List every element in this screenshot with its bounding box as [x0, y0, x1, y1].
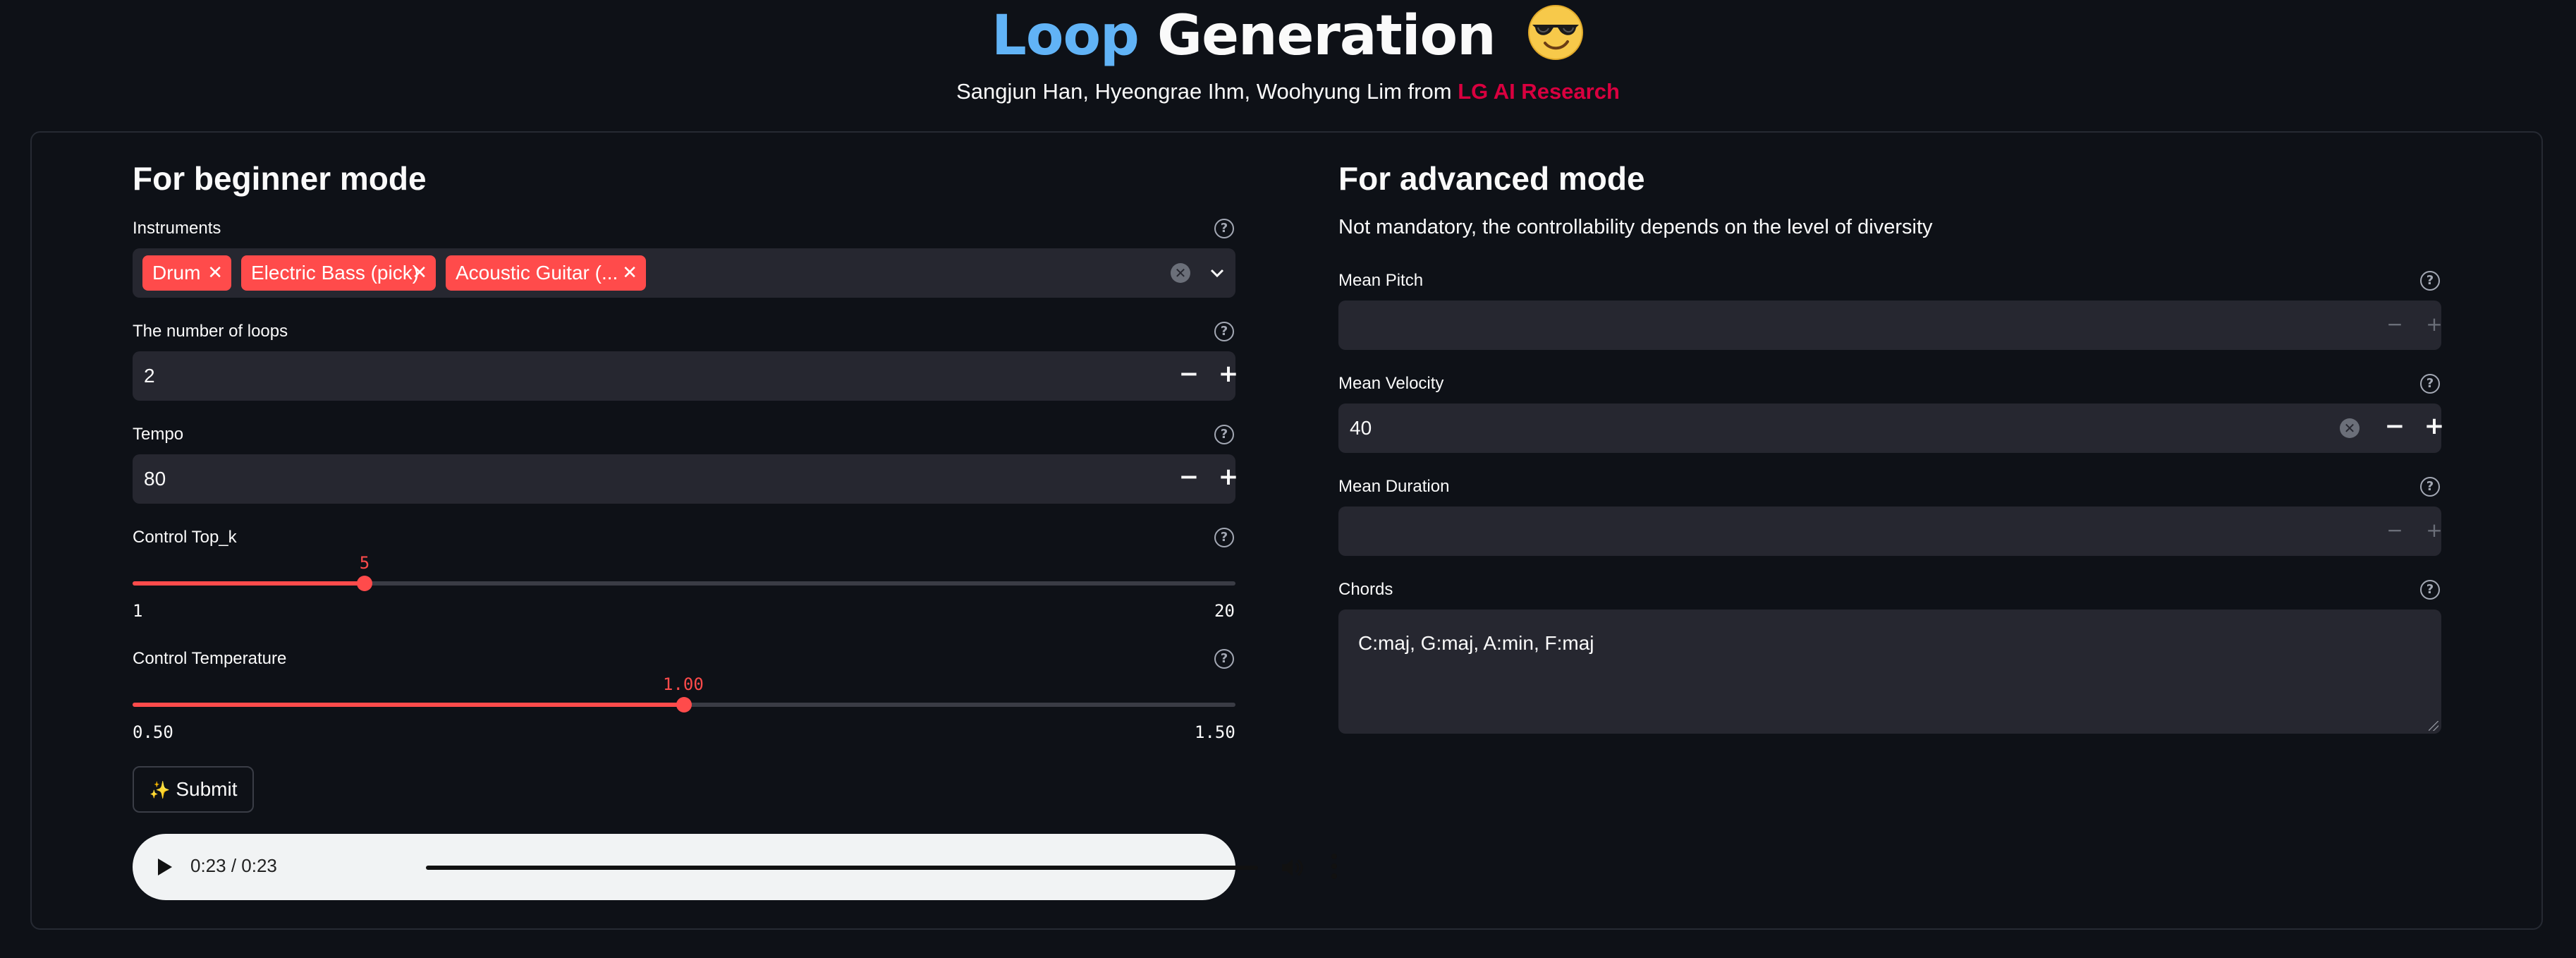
mean-pitch-label: Mean Pitch — [1338, 271, 1424, 290]
mean-pitch-input[interactable]: − + — [1338, 301, 2443, 350]
beginner-heading: For beginner mode — [133, 160, 427, 197]
instruments-multiselect[interactable]: Drum ✕ Electric Bass (pick) ✕ Acoustic G… — [133, 248, 1235, 298]
sparkles-icon: ✨ — [149, 781, 171, 800]
help-icon[interactable]: ? — [1214, 528, 1234, 547]
submit-button[interactable]: ✨ Submit — [133, 766, 254, 813]
topk-label: Control Top_k — [133, 528, 237, 547]
chords-value[interactable]: C:maj, G:maj, A:min, F:maj — [1358, 632, 1594, 655]
tag-electric-bass: Electric Bass (pick) ✕ — [241, 255, 436, 291]
decrement-button[interactable]: − — [2381, 313, 2409, 336]
audio-player[interactable]: 0:23 / 0:23 — [133, 834, 1337, 900]
slider-thumb[interactable] — [676, 697, 692, 713]
mean-velocity-label: Mean Velocity — [1338, 374, 1444, 393]
mean-duration-input[interactable]: − + — [1338, 507, 2443, 556]
decrement-button[interactable]: − — [1175, 360, 1203, 388]
page-title: Loop Generation — [0, 4, 2576, 68]
mean-velocity-input[interactable]: 40 ✕ − + — [1338, 404, 2444, 453]
slider-min: 1 — [133, 601, 143, 621]
temperature-label: Control Temperature — [133, 649, 287, 668]
help-icon[interactable]: ? — [1214, 425, 1234, 444]
submit-label: Submit — [176, 778, 238, 800]
slider-value: 5 — [359, 553, 370, 573]
decrement-button[interactable]: − — [2381, 519, 2409, 542]
loops-label: The number of loops — [133, 322, 288, 341]
slider-fill — [133, 581, 365, 586]
loops-value[interactable]: 2 — [144, 351, 155, 401]
help-icon[interactable]: ? — [1214, 219, 1234, 238]
audio-time: 0:23 / 0:23 — [190, 855, 277, 876]
audio-progress-bar[interactable] — [426, 866, 1258, 870]
clear-icon[interactable]: ✕ — [2340, 418, 2360, 438]
tag-label: Acoustic Guitar (... — [456, 262, 618, 284]
tempo-value[interactable]: 80 — [144, 454, 166, 504]
increment-button[interactable]: + — [2420, 519, 2448, 542]
decrement-button[interactable]: − — [1175, 463, 1203, 491]
more-options-icon[interactable] — [1331, 854, 1337, 882]
sunglasses-emoji-icon — [1527, 4, 1583, 60]
volume-icon[interactable] — [1279, 855, 1305, 880]
mean-duration-label: Mean Duration — [1338, 477, 1450, 496]
slider-fill — [133, 703, 684, 707]
tempo-number-input[interactable]: 80 − + — [133, 454, 1238, 504]
clear-all-icon[interactable]: ✕ — [1171, 263, 1190, 283]
decrement-button[interactable]: − — [2381, 412, 2409, 440]
slider-max: 20 — [1214, 601, 1235, 621]
slider-max: 1.50 — [1195, 722, 1235, 742]
title-rest: Generation — [1157, 4, 1496, 68]
chords-textarea[interactable]: C:maj, G:maj, A:min, F:maj — [1338, 610, 2441, 734]
help-icon[interactable]: ? — [1214, 322, 1234, 341]
increment-button[interactable]: + — [2420, 313, 2448, 336]
org-name: LG AI Research — [1458, 79, 1620, 104]
mean-velocity-value[interactable]: 40 — [1350, 404, 1372, 453]
title-accent: Loop — [991, 4, 1140, 68]
advanced-description: Not mandatory, the controllability depen… — [1338, 216, 1933, 238]
advanced-heading: For advanced mode — [1338, 160, 1645, 197]
chevron-down-icon[interactable] — [1209, 265, 1226, 281]
loops-number-input[interactable]: 2 − + — [133, 351, 1238, 401]
tag-label: Drum — [152, 262, 201, 284]
authors-line: Sangjun Han, Hyeongrae Ihm, Woohyung Lim… — [0, 79, 2576, 104]
slider-value: 1.00 — [663, 674, 704, 694]
help-icon[interactable]: ? — [2420, 580, 2440, 600]
remove-tag-icon[interactable]: ✕ — [207, 255, 223, 291]
tag-drum: Drum ✕ — [142, 255, 231, 291]
increment-button[interactable]: + — [1214, 360, 1243, 388]
play-icon[interactable] — [158, 859, 172, 875]
increment-button[interactable]: + — [1214, 463, 1243, 491]
remove-tag-icon[interactable]: ✕ — [622, 255, 637, 291]
remove-tag-icon[interactable]: ✕ — [412, 255, 427, 291]
authors: Sangjun Han, Hyeongrae Ihm, Woohyung Lim… — [956, 79, 1452, 104]
tempo-label: Tempo — [133, 425, 184, 444]
tag-acoustic-guitar: Acoustic Guitar (... ✕ — [446, 255, 646, 291]
increment-button[interactable]: + — [2420, 412, 2448, 440]
help-icon[interactable]: ? — [1214, 649, 1234, 669]
resize-handle[interactable] — [2429, 721, 2438, 731]
instruments-label: Instruments — [133, 219, 221, 238]
help-icon[interactable]: ? — [2420, 374, 2440, 394]
help-icon[interactable]: ? — [2420, 477, 2440, 497]
slider-min: 0.50 — [133, 722, 173, 742]
help-icon[interactable]: ? — [2420, 271, 2440, 291]
tag-label: Electric Bass (pick) — [251, 262, 420, 284]
chords-label: Chords — [1338, 580, 1393, 599]
